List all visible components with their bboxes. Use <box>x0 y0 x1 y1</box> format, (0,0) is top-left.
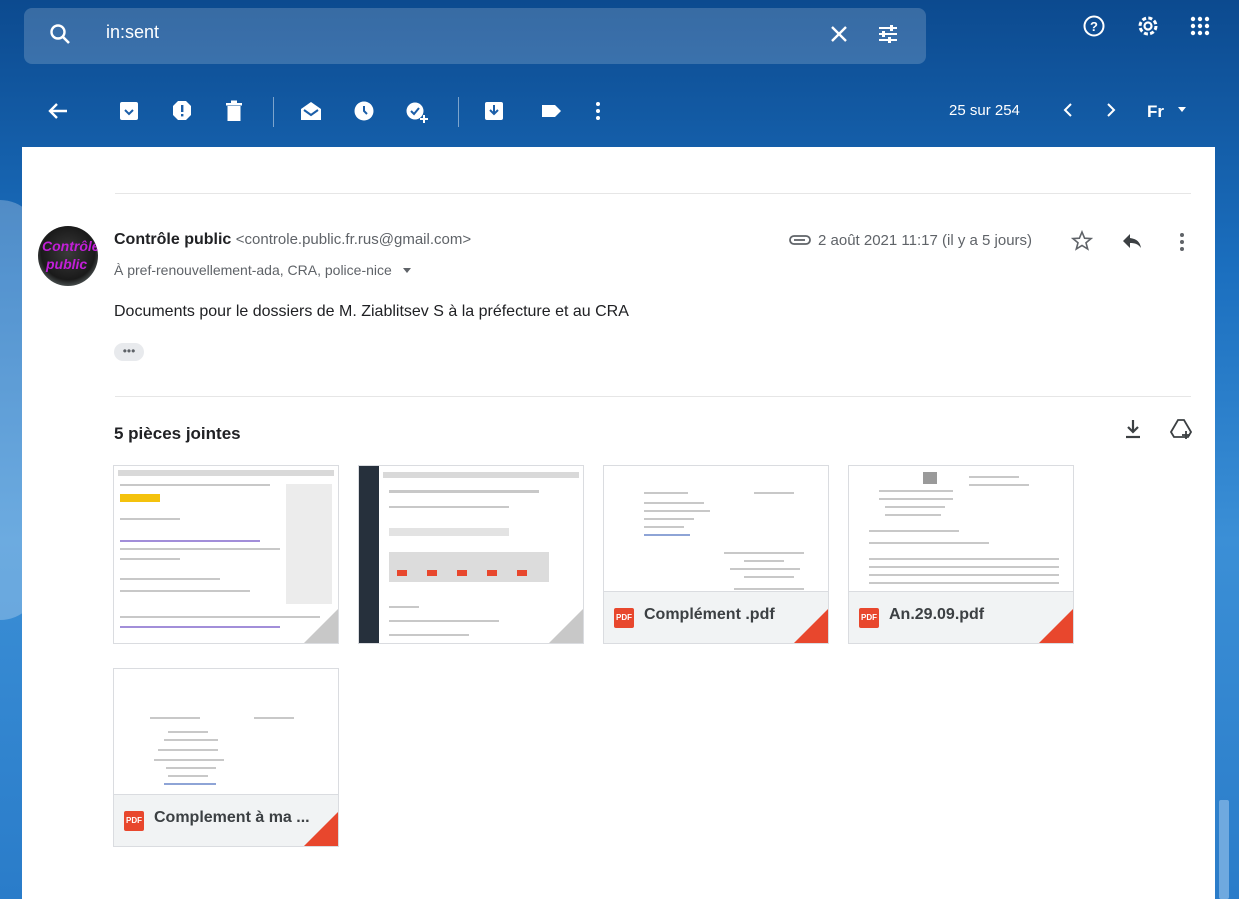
search-input[interactable]: in:sent <box>106 22 706 43</box>
mark-unread-icon[interactable] <box>300 100 322 122</box>
snooze-icon[interactable] <box>353 100 375 122</box>
chevron-right-icon[interactable] <box>1104 100 1118 120</box>
page-fold <box>304 609 338 643</box>
toolbar-divider <box>458 97 459 127</box>
show-trimmed-content-button[interactable]: ••• <box>114 343 144 361</box>
attachment-pdf[interactable]: PDF Complément .pdf <box>603 465 829 644</box>
archive-icon[interactable] <box>119 100 139 122</box>
more-vert-icon[interactable] <box>594 100 602 122</box>
divider <box>115 193 1191 194</box>
label-icon[interactable] <box>540 100 562 122</box>
expand-details-icon[interactable] <box>402 267 412 275</box>
pdf-icon: PDF <box>614 608 634 628</box>
message-body: Documents pour le dossiers de M. Ziablit… <box>114 303 629 320</box>
avatar-text: Contrôle <box>42 238 98 254</box>
message-date: 2 août 2021 11:17 (il y a 5 jours) <box>818 232 1033 249</box>
page-fold <box>794 609 828 643</box>
more-options-icon[interactable] <box>1178 231 1186 253</box>
move-to-icon[interactable] <box>484 100 504 122</box>
recipients-line[interactable]: À pref-renouvellement-ada, CRA, police-n… <box>114 262 412 278</box>
pdf-icon: PDF <box>859 608 879 628</box>
scrollbar[interactable] <box>1219 800 1229 899</box>
chevron-down-icon[interactable] <box>1177 106 1187 114</box>
close-icon[interactable] <box>827 22 851 46</box>
svg-text:?: ? <box>1090 19 1098 34</box>
language-selector[interactable]: Fr <box>1147 102 1164 122</box>
sender-name[interactable]: Contrôle public <box>114 231 231 248</box>
help-icon[interactable]: ? <box>1082 14 1106 38</box>
attachment-thumbnail[interactable] <box>358 465 584 644</box>
back-arrow-icon[interactable] <box>47 100 69 122</box>
page-fold <box>549 609 583 643</box>
star-icon[interactable] <box>1071 230 1093 252</box>
add-task-icon[interactable] <box>405 100 429 124</box>
sender-email: <controle.public.fr.rus@gmail.com> <box>235 231 472 248</box>
settings-icon[interactable] <box>1136 14 1160 38</box>
attachment-thumbnail[interactable] <box>113 465 339 644</box>
page-fold <box>304 812 338 846</box>
search-options-icon[interactable] <box>876 22 900 46</box>
attachment-name: Complement à ma ... <box>154 809 310 826</box>
pdf-icon: PDF <box>124 811 144 831</box>
attachment-pdf[interactable]: PDF Complement à ma ... <box>113 668 339 847</box>
attachment-icon <box>789 234 811 246</box>
message-counter: 25 sur 254 <box>949 102 1020 119</box>
search-bar[interactable]: in:sent <box>24 8 926 64</box>
attachment-name: Complément .pdf <box>644 606 775 623</box>
page-fold <box>1039 609 1073 643</box>
avatar[interactable]: Contrôle public <box>38 226 98 286</box>
save-to-drive-icon[interactable] <box>1170 418 1192 440</box>
report-spam-icon[interactable] <box>172 100 192 122</box>
download-all-icon[interactable] <box>1124 419 1142 439</box>
attachments-title: 5 pièces jointes <box>114 424 241 443</box>
recipients: À pref-renouvellement-ada, CRA, police-n… <box>114 262 392 278</box>
language-label: Fr <box>1147 102 1164 121</box>
reply-icon[interactable] <box>1122 232 1142 250</box>
divider <box>115 396 1191 397</box>
attachment-pdf[interactable]: PDF An.29.09.pdf <box>848 465 1074 644</box>
attachment-name: An.29.09.pdf <box>889 606 985 623</box>
delete-icon[interactable] <box>225 100 243 122</box>
sender-line: Contrôle public <controle.public.fr.rus@… <box>114 231 471 249</box>
avatar-text: public <box>46 256 88 272</box>
apps-icon[interactable] <box>1188 14 1212 38</box>
toolbar-divider <box>273 97 274 127</box>
chevron-left-icon[interactable] <box>1061 100 1075 120</box>
search-icon[interactable] <box>48 22 72 46</box>
